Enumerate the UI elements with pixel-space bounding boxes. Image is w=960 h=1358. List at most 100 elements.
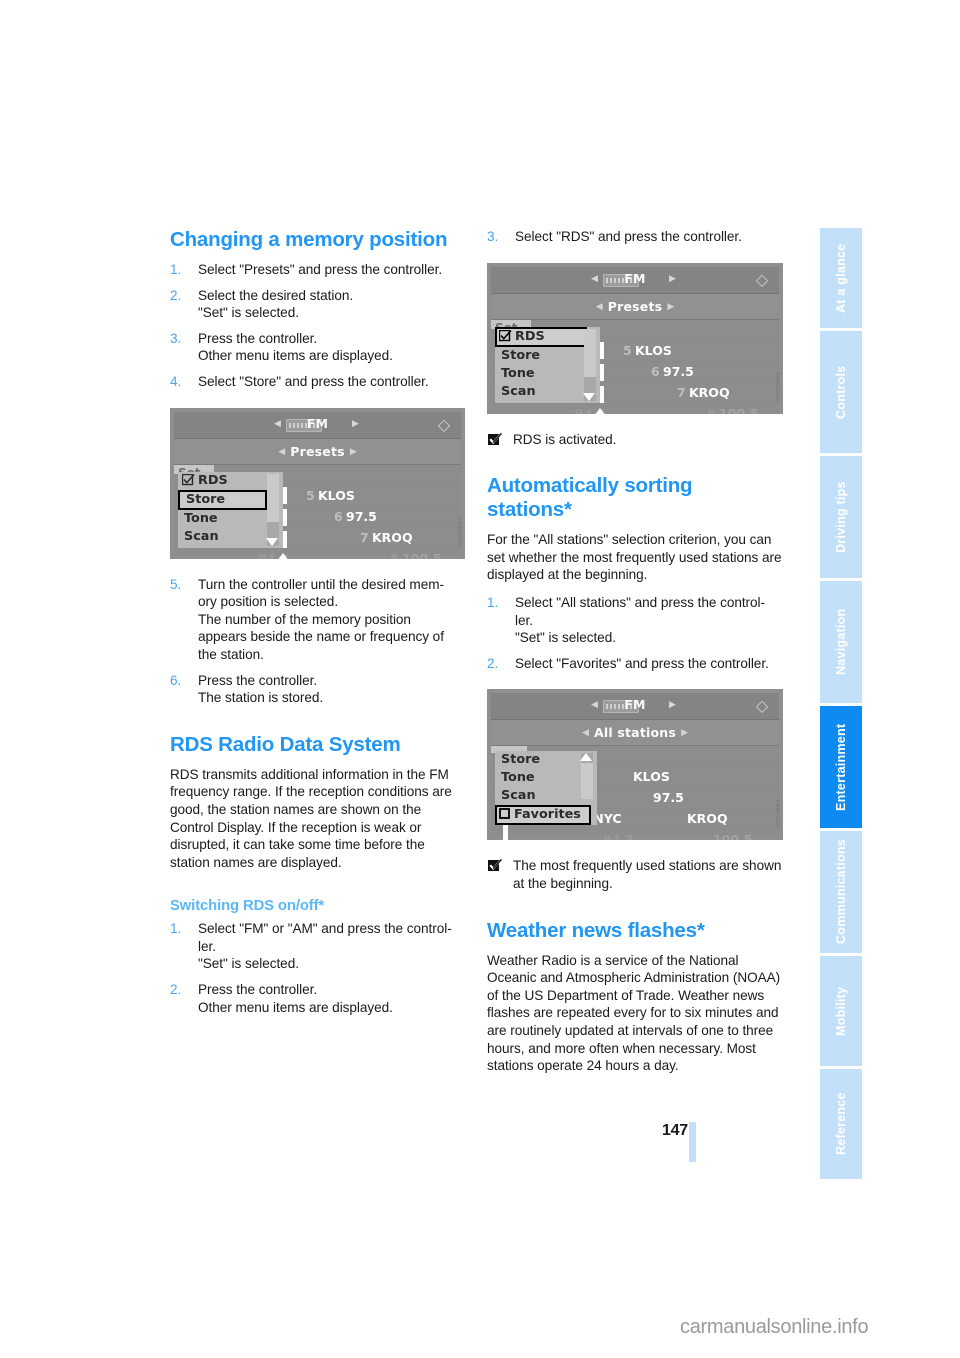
step-number: 4. <box>170 373 182 389</box>
table-row: 94.3 8 100.5 <box>491 404 779 414</box>
sidebar-item-label: Reference <box>834 1092 848 1156</box>
checkbox-checked-icon <box>498 329 512 341</box>
heading-weather-news-flashes: Weather news flashes* <box>487 918 705 942</box>
list-item: 6. Press the controller. The station is … <box>170 672 465 707</box>
sidebar-item-controls[interactable]: Controls <box>820 331 862 453</box>
steps-switching-rds: 1. Select "FM" or "AM" and press the con… <box>170 920 465 1016</box>
checkbox-unchecked-icon <box>499 808 510 820</box>
chevron-up-icon <box>594 407 606 414</box>
sidebar-item-communications[interactable]: Communications <box>820 831 862 953</box>
context-menu[interactable]: RDS Store Tone Scan <box>178 471 283 548</box>
menu-item-label: Store <box>186 491 226 507</box>
sidebar-item-label: Entertainment <box>834 723 848 811</box>
steps-changing-memory-position: 1. Select "Presets" and press the contro… <box>170 261 465 391</box>
step-text: appears beside the name or frequency of <box>198 629 444 645</box>
menu-item-favorites[interactable]: Favorites <box>495 805 591 826</box>
page-accent-bar <box>689 1122 696 1162</box>
preset-number: 8 <box>707 405 716 414</box>
preset-name: 100.5 <box>402 550 442 559</box>
mode-label: Presets <box>290 443 345 459</box>
step-text: Select "RDS" and press the controller. <box>515 229 742 244</box>
menu-scrollbar-thumb[interactable] <box>584 328 596 377</box>
note-most-frequently-used: The most frequently used stations are sh… <box>487 857 782 892</box>
step-number: 2. <box>170 287 182 303</box>
left-column: Changing a memory position 1. Select "Pr… <box>170 228 465 1016</box>
band-label: FM <box>624 270 646 286</box>
menu-item-label: Tone <box>501 365 535 381</box>
context-menu[interactable]: RDS Store Tone Scan <box>495 326 600 403</box>
step-number: 6. <box>170 672 182 688</box>
right-arrow-icon: ▶ <box>681 728 689 739</box>
sidebar-item-reference[interactable]: Reference <box>820 1069 862 1179</box>
step-text: "Set" is selected. <box>198 305 299 321</box>
sidebar-item-label: Controls <box>834 365 848 419</box>
sidebar-item-label: Navigation <box>834 608 848 676</box>
figure-code: VWBO2006 <box>774 371 780 402</box>
preset-number: 6 <box>334 508 343 524</box>
step-text: The station is stored. <box>198 690 324 706</box>
step-number: 3. <box>487 229 499 244</box>
menu-item-label: Favorites <box>514 807 581 823</box>
list-item: 2. Select the desired station. "Set" is … <box>170 287 465 322</box>
heading-changing-memory-position: Changing a memory position <box>170 228 448 251</box>
step-text: The number of the memory position <box>198 611 411 627</box>
note-text: The most frequently used stations are sh… <box>513 858 782 891</box>
sidebar-item-label: Mobility <box>834 986 848 1036</box>
section-tabs-sidebar: At a glance Controls Driving tips Naviga… <box>820 228 862 1182</box>
menu-item-rds[interactable]: RDS <box>495 326 587 347</box>
band-label: FM <box>624 697 646 713</box>
radio-screenshot-presets-store: ◀ FM ▶ ◇ ◀ Presets ▶ 5 KLOS 6 97.5 7 KRO… <box>170 407 465 559</box>
page-number: 147 <box>662 1122 688 1139</box>
menu-scrollbar[interactable] <box>267 473 279 546</box>
list-item: 5. Turn the controller until the desired… <box>170 576 465 664</box>
menu-item-label: Store <box>501 347 541 363</box>
screen-inner: ◀ FM ▶ ◇ ◀ Presets ▶ 5 KLOS 6 97.5 7 KRO… <box>491 266 780 414</box>
step-text: Select "Presets" and press the controlle… <box>198 262 443 277</box>
chevron-up-icon <box>277 552 289 559</box>
menu-scrollbar[interactable] <box>584 328 596 401</box>
heading-automatically-sorting-stations: Automatically sorting stations* <box>487 474 693 522</box>
heading-switching-rds-on-off: Switching RDS on/off* <box>170 898 325 915</box>
steps-sorting: 1. Select "All stations" and press the c… <box>487 594 782 672</box>
list-item: 4. Select "Store" and press the controll… <box>170 373 465 391</box>
step-text: Turn the controller until the desired me… <box>198 576 444 592</box>
preset-number: 6 <box>651 363 660 379</box>
figure-code: VWBO2005 <box>456 516 462 547</box>
steps-continued: 3. Select "RDS" and press the controller… <box>487 228 782 246</box>
sidebar-item-entertainment[interactable]: Entertainment <box>820 706 862 828</box>
sidebar-item-navigation[interactable]: Navigation <box>820 581 862 703</box>
step-text: "Set" is selected. <box>198 956 299 972</box>
site-watermark: carmanualsonline.info <box>680 1316 869 1338</box>
sidebar-item-label: At a glance <box>834 243 848 313</box>
menu-item-label: Scan <box>184 528 219 544</box>
sidebar-item-mobility[interactable]: Mobility <box>820 956 862 1066</box>
list-item: 2. Press the controller. Other menu item… <box>170 981 465 1016</box>
step-text: Press the controller. <box>198 982 318 998</box>
right-arrow-icon: ▶ <box>669 273 676 284</box>
menu-item-store[interactable]: Store <box>178 489 267 510</box>
step-text: ler. <box>515 612 533 628</box>
menu-scrollbar-thumb[interactable] <box>267 473 279 522</box>
right-arrow-icon: ▶ <box>352 418 359 429</box>
step-text: "Set" is selected. <box>515 630 616 646</box>
table-row: 94.3 100.5 <box>491 830 779 840</box>
menu-item-label: Tone <box>184 510 218 526</box>
screen-mode-bar: ◀ Presets ▶ <box>174 438 461 465</box>
step-text: Select the desired station. <box>198 287 354 303</box>
checkbox-checked-icon <box>181 473 195 485</box>
screen-inner: ◀ FM ▶ ◇ ◀ Presets ▶ 5 KLOS 6 97.5 7 KRO… <box>174 411 462 559</box>
menu-item-label: RDS <box>198 472 228 488</box>
step-number: 1. <box>170 262 182 277</box>
step-text: Press the controller. <box>198 330 318 346</box>
home-icon: ◇ <box>755 269 769 289</box>
manual-page: Changing a memory position 1. Select "Pr… <box>0 0 960 1358</box>
radio-screenshot-presets-rds: ◀ FM ▶ ◇ ◀ Presets ▶ 5 KLOS 6 97.5 7 KRO… <box>487 262 783 414</box>
sidebar-item-at-a-glance[interactable]: At a glance <box>820 228 862 328</box>
context-menu[interactable]: Store Tone Scan Favorites <box>495 751 597 826</box>
menu-scrollbar-thumb[interactable] <box>581 763 593 800</box>
sidebar-item-driving-tips[interactable]: Driving tips <box>820 456 862 578</box>
preset-number: 7 <box>677 384 686 400</box>
menu-item-label: RDS <box>515 328 545 344</box>
step-text: ler. <box>198 938 216 954</box>
list-item: 1. Select "All stations" and press the c… <box>487 594 782 647</box>
